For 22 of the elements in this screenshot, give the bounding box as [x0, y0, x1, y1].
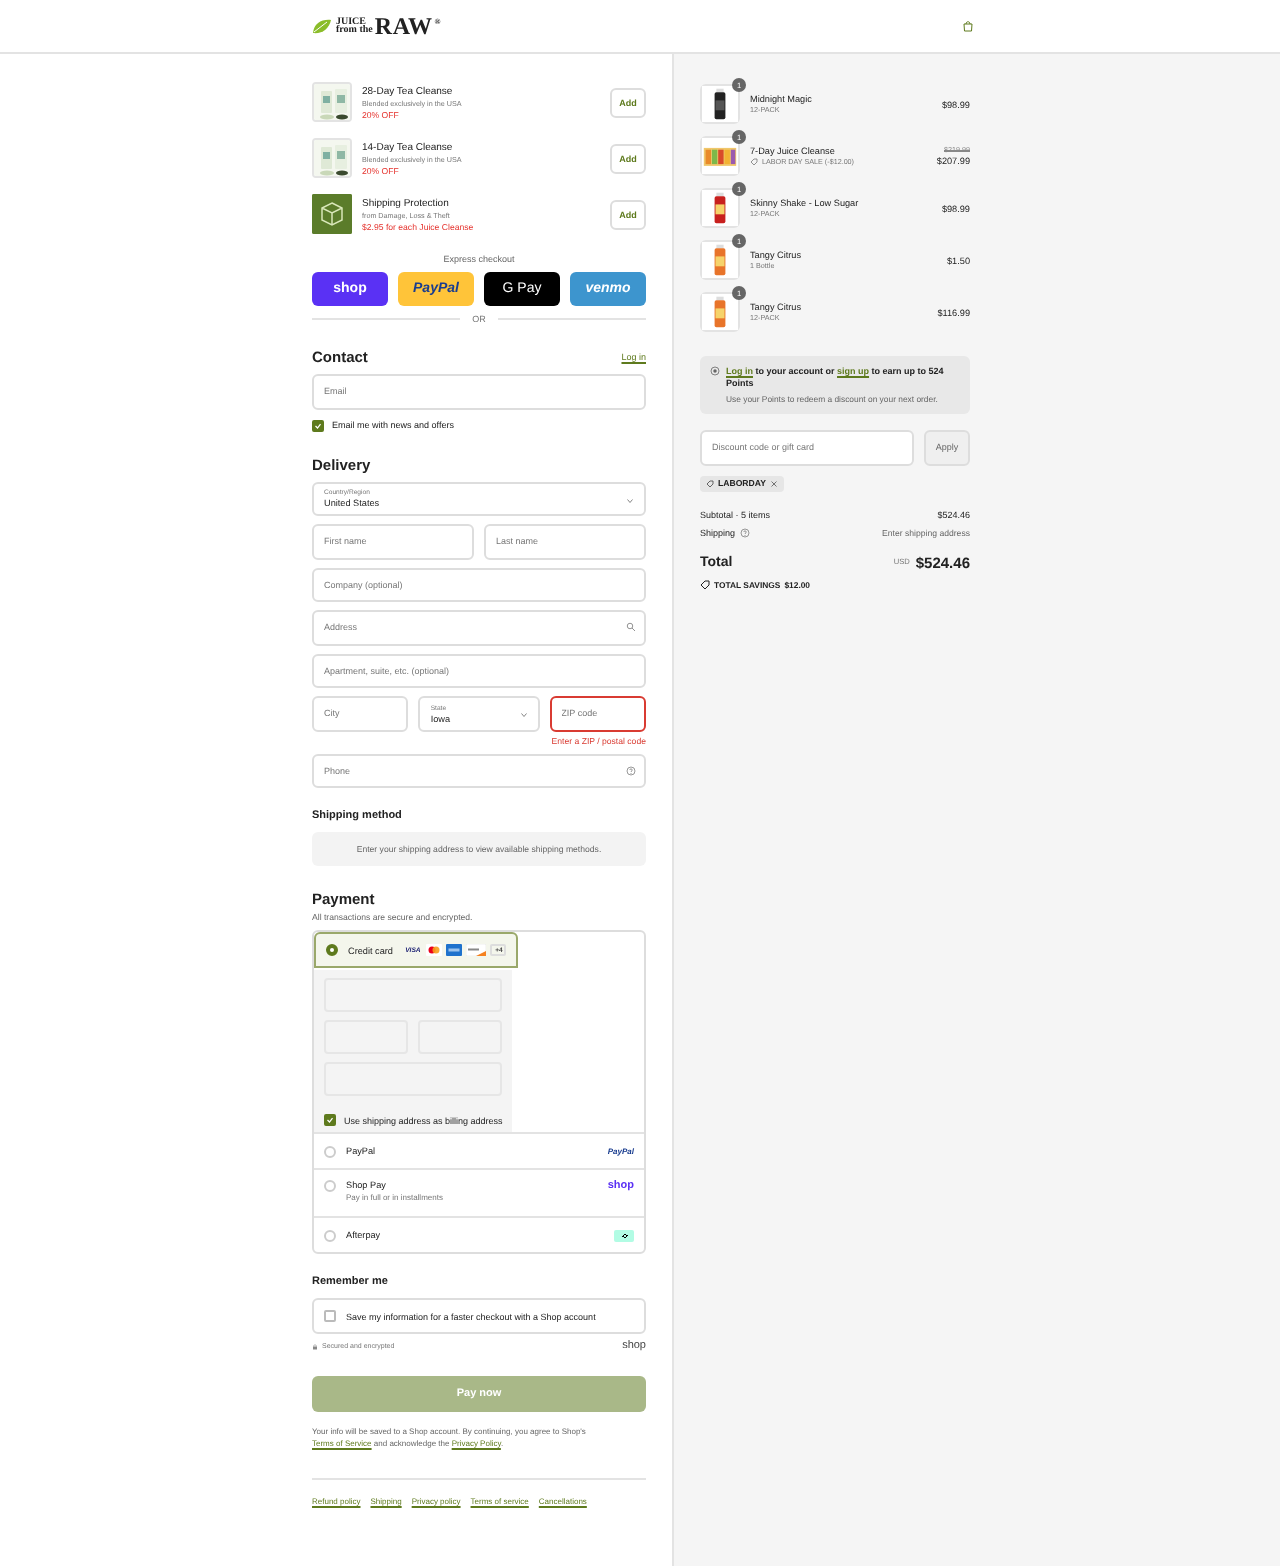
chevron-down-icon — [626, 497, 634, 503]
help-icon — [739, 527, 750, 537]
close-icon[interactable] — [769, 479, 778, 487]
help-icon — [626, 765, 636, 776]
card-icon — [446, 944, 463, 956]
checkbox[interactable] — [324, 1310, 336, 1322]
checkbox[interactable] — [324, 1114, 336, 1126]
card-icon — [466, 944, 487, 956]
tag-icon — [700, 579, 710, 589]
coin-icon — [710, 366, 720, 376]
tag-icon — [750, 158, 758, 167]
package-icon — [312, 194, 352, 234]
chevron-down-icon — [519, 712, 528, 718]
tag-icon — [706, 479, 714, 487]
afterpay-icon — [614, 1229, 634, 1241]
radio-button[interactable] — [326, 944, 338, 956]
mastercard-icon — [426, 944, 443, 956]
lock-icon — [312, 1343, 318, 1349]
checkbox[interactable] — [312, 419, 324, 431]
leaf-icon — [312, 17, 332, 35]
shopping-bag-icon[interactable] — [962, 20, 974, 32]
search-icon — [626, 622, 636, 633]
